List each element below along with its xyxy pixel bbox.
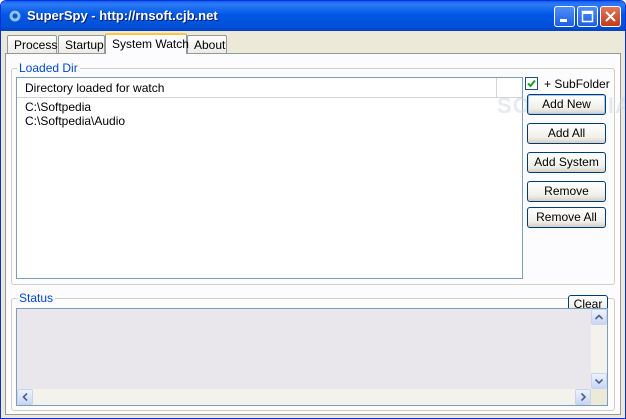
vertical-scrollbar[interactable] [591,309,607,389]
title-bar[interactable]: SuperSpy - http://rnsoft.cjb.net [1,1,625,31]
tab-label: About [194,38,226,52]
scroll-left-button[interactable] [17,389,33,405]
add-all-button[interactable]: Add All [527,123,606,144]
close-icon [605,11,616,22]
tab-process[interactable]: Process [7,35,57,53]
minimize-icon [560,19,567,22]
window-title: SuperSpy - http://rnsoft.cjb.net [27,8,218,23]
subfolder-label[interactable]: + SubFolder [544,77,610,91]
add-new-button[interactable]: Add New [527,94,606,115]
tab-label: Startup [65,38,104,52]
list-header: Directory loaded for watch [17,78,522,98]
remove-button[interactable]: Remove [527,181,606,202]
watch-directory-list[interactable]: Directory loaded for watch C:\Softpedia … [16,77,523,279]
app-window: SuperSpy - http://rnsoft.cjb.net Process… [0,0,626,419]
checkmark-icon [527,79,536,88]
maximize-icon [581,10,594,23]
subfolder-checkbox[interactable] [525,77,538,90]
status-log[interactable] [16,308,608,406]
tab-label: System Watch [112,37,189,51]
horizontal-scrollbar[interactable] [17,389,591,405]
list-item[interactable]: C:\Softpedia [25,100,91,114]
column-header-directory[interactable]: Directory loaded for watch [17,78,497,97]
tab-about[interactable]: About [187,35,227,53]
maximize-button[interactable] [577,6,598,27]
list-item[interactable]: C:\Softpedia\Audio [25,114,125,128]
minimize-button[interactable] [554,6,575,27]
tab-startup[interactable]: Startup [58,35,105,53]
chevron-down-icon [594,378,604,385]
scroll-up-button[interactable] [591,309,607,325]
close-button[interactable] [600,6,621,27]
status-label: Status [17,291,56,305]
add-system-button[interactable]: Add System [527,152,606,173]
tab-label: Process [14,38,58,52]
remove-all-button[interactable]: Remove All [527,207,606,228]
chevron-right-icon [580,392,587,402]
app-spy-icon [7,8,23,24]
chevron-up-icon [594,314,604,320]
scroll-right-button[interactable] [575,389,591,405]
chevron-left-icon [22,392,28,402]
loaded-dir-label: Loaded Dir [17,61,80,75]
scroll-down-button[interactable] [591,373,607,389]
tab-system-watch[interactable]: System Watch [105,33,189,54]
scrollbar-corner [591,389,607,405]
